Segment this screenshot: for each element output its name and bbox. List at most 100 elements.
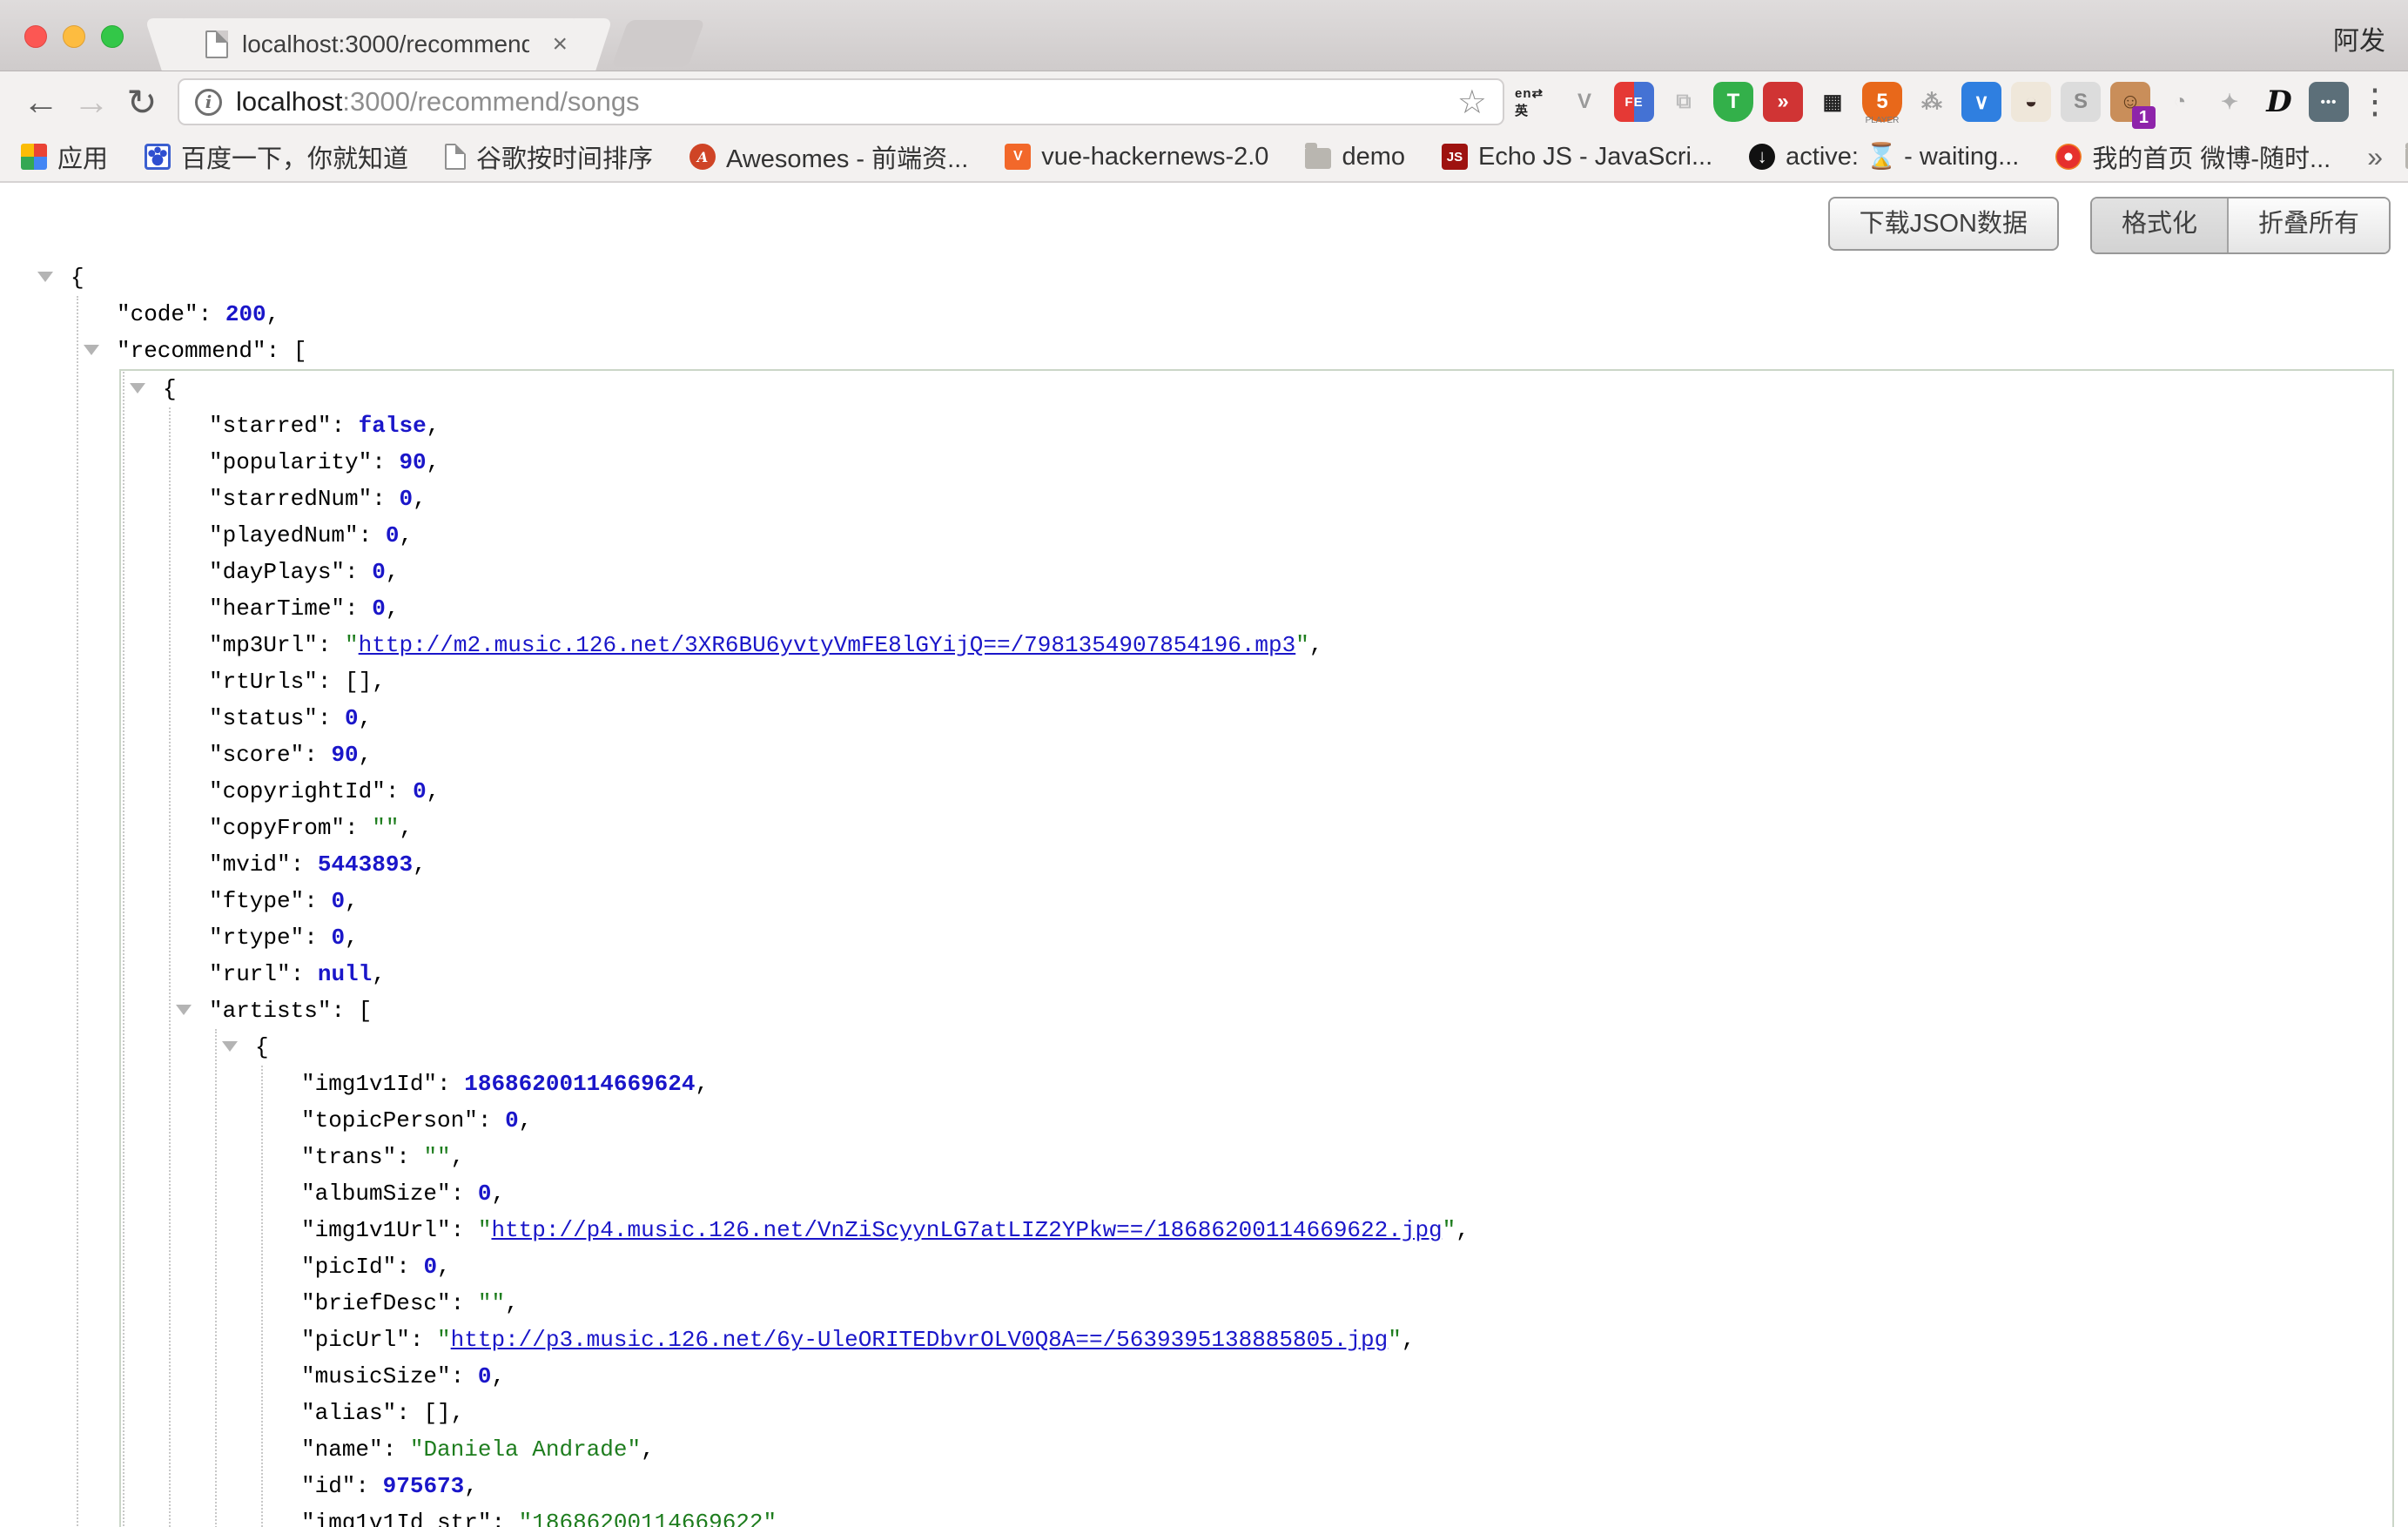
json-link[interactable]: http://p3.music.126.net/6y-UleORITEDbvrO… — [451, 1327, 1389, 1353]
json-key: "code" — [117, 301, 198, 327]
mask-icon[interactable]: ◒ — [2011, 82, 2051, 122]
html5-player-icon[interactable]: 5PLAYER — [1862, 82, 1902, 122]
monkey-icon[interactable]: ☺1 — [2110, 82, 2150, 122]
collapse-arrow-icon[interactable] — [176, 1005, 192, 1015]
d-icon[interactable]: D — [2259, 82, 2299, 122]
bookmark-star-icon[interactable]: ☆ — [1457, 83, 1487, 122]
vimium-icon[interactable]: V — [1564, 82, 1604, 122]
json-line: "starred": false, — [209, 407, 2392, 444]
grayscale-s-icon[interactable]: S — [2061, 82, 2101, 122]
json-colon: : — [331, 998, 358, 1024]
json-colon: : — [451, 1290, 478, 1316]
collapse-arrow-icon[interactable] — [130, 383, 145, 394]
json-key: "id" — [301, 1473, 355, 1499]
address-bar[interactable]: i localhost:3000/recommend/songs ☆ — [178, 78, 1504, 125]
json-line: "hearTime": 0, — [209, 590, 2392, 627]
json-comma: , — [372, 669, 386, 695]
bookmark-item[interactable]: 应用 — [21, 138, 108, 175]
json-entry: "copyrightId": 0, — [209, 773, 2392, 810]
json-string-value: "" — [372, 815, 399, 841]
json-line: "mp3Url": "http://m2.music.126.net/3XR6B… — [209, 627, 2392, 663]
collapse-arrow-icon[interactable] — [37, 272, 53, 282]
extension-caption: PLAYER — [1862, 116, 1902, 125]
download-v-icon[interactable]: ∨ — [1961, 82, 2001, 122]
traffic-lights — [24, 25, 124, 48]
qrcode-icon[interactable]: ▦ — [1813, 82, 1853, 122]
json-comma: , — [413, 486, 427, 512]
back-icon[interactable]: ← — [16, 81, 66, 123]
bookmarks-bar: 应用百度一下，你就知道谷歌按时间排序 AAwesomes - 前端资... Vvue… — [0, 132, 2408, 183]
bookmark-item[interactable]: demo — [1305, 143, 1405, 172]
json-colon: : — [331, 413, 358, 439]
bookmark-item[interactable]: ↓active: ⌛ - waiting... — [1749, 142, 2019, 172]
json-entry: "rurl": null, — [209, 956, 2392, 992]
json-entry: "mvid": 5443893, — [209, 846, 2392, 883]
fe-helper-icon[interactable]: FE — [1614, 82, 1654, 122]
json-quote: " — [478, 1217, 492, 1243]
bookmark-item[interactable]: 百度一下，你就知道 — [145, 138, 408, 175]
ellipsis-tab-icon[interactable]: ••• — [2309, 82, 2349, 122]
paw-icon[interactable]: ⁂ — [1912, 82, 1952, 122]
bookmark-item[interactable]: Vvue-hackernews-2.0 — [1005, 143, 1268, 172]
json-entry: "albumSize": 0, — [301, 1175, 2392, 1212]
json-comma: , — [427, 778, 441, 804]
browser-tab[interactable]: localhost:3000/recommend/so × — [174, 18, 583, 71]
bookmark-item[interactable]: 我的首页 微博-随时... — [2055, 138, 2331, 175]
reload-icon[interactable]: ↻ — [117, 81, 167, 124]
download-json-button[interactable]: 下载JSON数据 — [1828, 197, 2059, 251]
bookmark-item[interactable]: JSEcho JS - JavaScri... — [1442, 143, 1712, 172]
site-info-icon[interactable]: i — [195, 89, 222, 116]
bookmark-item[interactable]: 谷歌按时间排序 — [445, 138, 653, 175]
view-mode-segmented-control: 格式化 折叠所有 — [2090, 197, 2391, 254]
page-content: 下载JSON数据 格式化 折叠所有 {"code": 200,"recommen… — [0, 183, 2408, 1525]
json-entry: "alias": [], — [301, 1395, 2392, 1431]
json-colon: : — [478, 1107, 505, 1133]
json-line: "ftype": 0, — [209, 883, 2392, 919]
sitemap-icon[interactable]: ⧉ — [1664, 82, 1704, 122]
minimize-window-button[interactable] — [63, 25, 85, 48]
json-comma: , — [427, 413, 441, 439]
weibo-eye-icon[interactable]: ◔ — [2160, 82, 2200, 122]
hummingbird-icon[interactable]: ✦ — [2210, 82, 2250, 122]
json-children: "img1v1Id": 18686200114669624,"topicPers… — [261, 1066, 2392, 1527]
json-colon: : — [396, 1254, 423, 1280]
json-link[interactable]: http://p4.music.126.net/VnZiScyynLG7atLI… — [491, 1217, 1442, 1243]
collapse-arrow-icon[interactable] — [84, 345, 99, 355]
format-button[interactable]: 格式化 — [2092, 198, 2227, 252]
collapse-arrow-icon[interactable] — [222, 1041, 238, 1052]
extensions-row: en⇄英VFE⧉T»▦5PLAYER⁂∨◒S☺1◔✦D••• — [1515, 82, 2349, 122]
json-line: "picUrl": "http://p3.music.126.net/6y-Ul… — [301, 1322, 2392, 1358]
zoom-window-button[interactable] — [101, 25, 124, 48]
tab-close-icon[interactable]: × — [552, 30, 568, 59]
json-line: "dayPlays": 0, — [209, 554, 2392, 590]
json-children: {"img1v1Id": 18686200114669624,"topicPer… — [215, 1029, 2392, 1527]
json-number-value: false — [359, 413, 427, 439]
vue-icon: V — [1005, 144, 1031, 170]
json-comma: , — [451, 1144, 465, 1170]
json-colon: : — [386, 778, 413, 804]
browser-menu-icon[interactable]: ⋮ — [2358, 82, 2392, 122]
shield-t-icon[interactable]: T — [1713, 82, 1753, 122]
json-comma: , — [696, 1071, 710, 1097]
json-string-value: "18686200114669622" — [519, 1510, 777, 1527]
json-number-value: null — [318, 961, 372, 987]
json-key: "artists" — [209, 998, 331, 1024]
close-window-button[interactable] — [24, 25, 47, 48]
json-line: "topicPerson": 0, — [301, 1102, 2392, 1139]
translate-icon[interactable]: en⇄英 — [1515, 82, 1555, 122]
fast-forward-icon[interactable]: » — [1763, 82, 1803, 122]
json-open-bracket: [ — [359, 998, 373, 1024]
url-host: localhost — [236, 86, 342, 117]
json-open-bracket: [ — [293, 338, 307, 364]
json-children: "code": 200,"recommend": [{"starred": fa… — [77, 296, 2394, 1527]
bookmark-item[interactable]: AAwesomes - 前端资... — [689, 138, 968, 175]
json-comma: , — [399, 815, 413, 841]
new-tab-button[interactable] — [611, 20, 705, 67]
json-line: "rtUrls": [], — [209, 663, 2392, 700]
json-key: "albumSize" — [301, 1181, 451, 1207]
bookmarks-overflow-icon[interactable]: » — [2367, 141, 2383, 173]
profile-name[interactable]: 阿发 — [2333, 19, 2385, 57]
json-comma: , — [399, 522, 413, 548]
collapse-all-button[interactable]: 折叠所有 — [2227, 198, 2389, 252]
json-link[interactable]: http://m2.music.126.net/3XR6BU6yvtyVmFE8… — [359, 632, 1296, 658]
